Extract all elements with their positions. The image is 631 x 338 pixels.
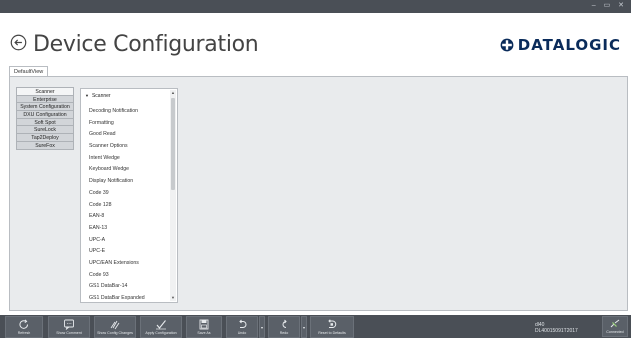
tree-items: Decoding Notification Formatting Good Re…	[89, 106, 145, 305]
category-system-configuration[interactable]: System Configuration	[16, 102, 74, 112]
tree-item[interactable]: Display Notification	[89, 176, 145, 188]
show-comment-button[interactable]: Show Comment	[48, 316, 90, 338]
device-serial: DL40015091T2017	[535, 328, 578, 334]
tree-item[interactable]: UPC/EAN Extensions	[89, 258, 145, 270]
undo-icon	[239, 319, 247, 328]
redo-label: Redo	[279, 331, 289, 335]
tree-item[interactable]: GS1 DataBar-14	[89, 281, 145, 293]
changes-icon	[110, 320, 120, 330]
connected-button[interactable]: Connected	[602, 316, 628, 337]
redo-button[interactable]: Redo	[268, 316, 300, 338]
reset-to-defaults-label: Reset to Defaults	[318, 331, 346, 335]
scroll-down-icon[interactable]: ▼	[170, 295, 176, 301]
collapse-caret-icon[interactable]: ▼	[85, 93, 89, 98]
undo-button[interactable]: Undo	[226, 316, 258, 338]
refresh-button[interactable]: Refresh	[5, 316, 43, 338]
page-title: Device Configuration	[33, 32, 259, 57]
comment-icon	[64, 319, 74, 330]
reset-to-defaults-button[interactable]: Reset to Defaults	[310, 316, 354, 338]
brand-text: DATALOGIC	[517, 36, 621, 54]
refresh-icon	[19, 319, 29, 329]
tree-item[interactable]: Code 128	[89, 200, 145, 212]
tree-item[interactable]: Keyboard Wedge	[89, 164, 145, 176]
save-as-label: Save As	[197, 331, 211, 335]
connected-icon	[610, 319, 620, 328]
header: Device Configuration DATALOGIC	[0, 13, 631, 61]
scroll-thumb[interactable]	[171, 98, 175, 190]
tree-item[interactable]: Decoding Notification	[89, 106, 145, 118]
show-config-changes-button[interactable]: Show Config Changes	[94, 316, 136, 338]
tree-item[interactable]: Formatting	[89, 118, 145, 130]
save-icon	[199, 319, 209, 330]
category-list: Scanner Enterprise System Configuration …	[16, 87, 74, 150]
save-as-button[interactable]: Save As	[186, 316, 222, 338]
category-surefox[interactable]: SureFox	[16, 140, 74, 150]
back-arrow-icon[interactable]	[10, 34, 27, 51]
tree-root[interactable]: ▼ Scanner	[85, 93, 111, 99]
datalogic-logo: DATALOGIC	[499, 36, 621, 54]
datalogic-logo-icon	[500, 38, 514, 52]
title-bar: – ▭ ✕	[0, 0, 631, 13]
connected-label: Connected	[606, 330, 624, 334]
tree-item[interactable]: UPC-A	[89, 235, 145, 247]
reset-icon	[328, 319, 337, 328]
tree-item[interactable]: Code 39	[89, 188, 145, 200]
tree-item[interactable]: Scanner Options	[89, 141, 145, 153]
tree-item[interactable]: Intent Wedge	[89, 153, 145, 165]
tree-item[interactable]: EAN-13	[89, 223, 145, 235]
window-controls[interactable]: – ▭ ✕	[592, 1, 627, 9]
show-config-changes-label: Show Config Changes	[97, 331, 133, 335]
apply-configuration-label: Apply Configuration	[145, 331, 177, 335]
tree-item[interactable]: GS1 DataBar Expanded	[89, 293, 145, 305]
scroll-up-icon[interactable]: ▲	[170, 90, 176, 96]
tree-item[interactable]: EAN-8	[89, 211, 145, 223]
tree-scrollbar[interactable]: ▲ ▼	[170, 90, 176, 301]
tree-root-label: Scanner	[91, 93, 111, 99]
undo-dropdown-icon[interactable]: ▾	[259, 316, 265, 338]
redo-icon	[282, 319, 287, 328]
tree-item[interactable]: UPC-E	[89, 246, 145, 258]
settings-tree: ▼ Scanner Decoding Notification Formattin…	[80, 88, 178, 303]
category-dxu-configuration[interactable]: DXU Configuration	[16, 110, 74, 119]
redo-dropdown-icon[interactable]: ▾	[301, 316, 307, 338]
undo-label: Undo	[237, 331, 247, 335]
tree-item[interactable]: Good Read	[89, 129, 145, 141]
device-info: dl40 DL40015091T2017	[535, 322, 578, 334]
show-comment-label: Show Comment	[56, 331, 82, 335]
tree-item[interactable]: Code 93	[89, 270, 145, 282]
refresh-label: Refresh	[17, 331, 31, 335]
checkmark-icon	[156, 320, 166, 330]
apply-configuration-button[interactable]: Apply Configuration	[140, 316, 182, 338]
